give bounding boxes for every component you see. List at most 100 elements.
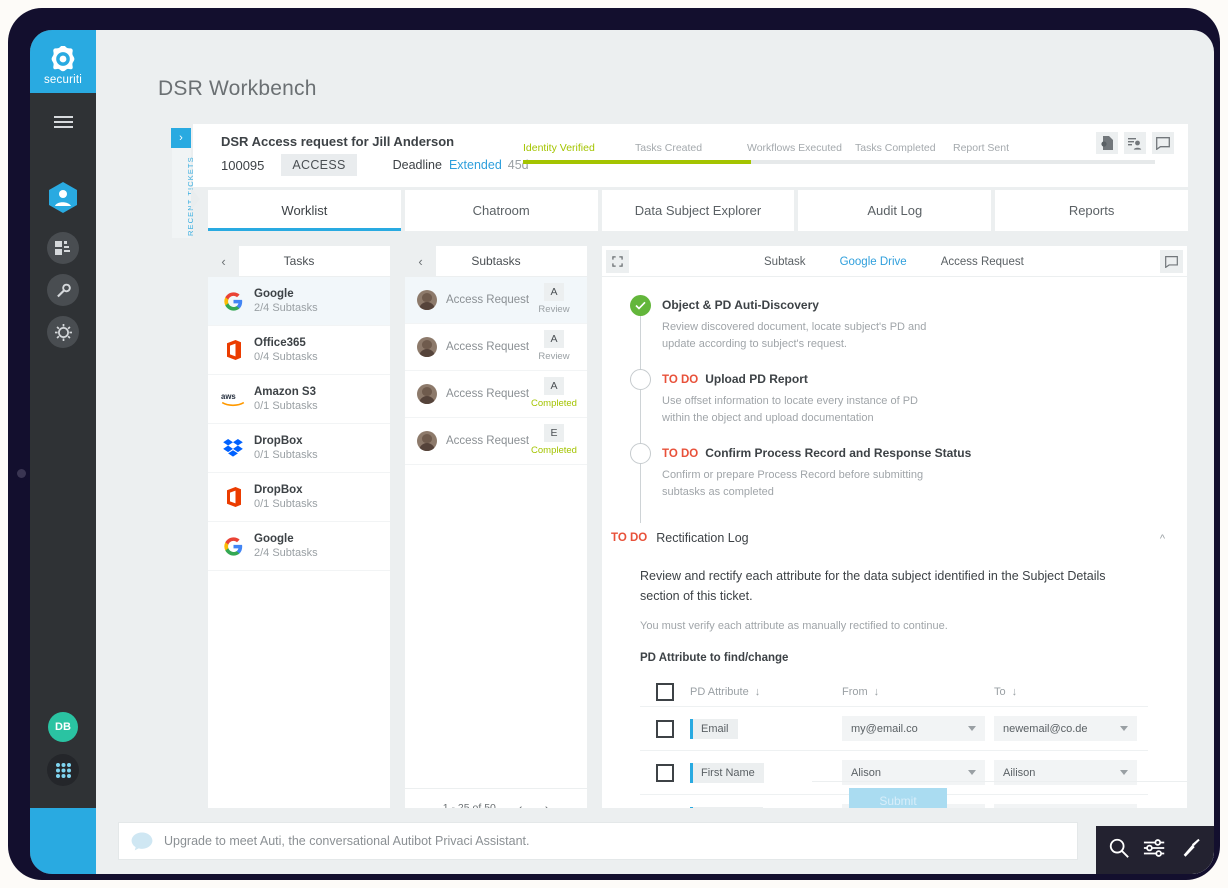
dropbox-icon [220, 439, 246, 457]
tab-reports[interactable]: Reports [995, 190, 1188, 231]
assistant-input[interactable]: Upgrade to meet Auti, the conversational… [118, 822, 1078, 860]
main-tabs: Worklist Chatroom Data Subject Explorer … [208, 190, 1188, 231]
tasks-panel-header: ‹ Tasks [208, 245, 390, 277]
column-header-from[interactable]: From ↓ [842, 686, 994, 698]
document-add-icon [1100, 136, 1113, 150]
column-header-to[interactable]: To ↓ [994, 686, 1146, 698]
from-value: Alison [851, 766, 881, 779]
apps-grid-button[interactable] [47, 754, 79, 786]
tasks-panel-title: Tasks [283, 254, 315, 268]
google-icon [220, 291, 246, 311]
subtask-name: Access Request [446, 341, 530, 353]
task-subtask-count: 0/4 Subtasks [254, 351, 318, 363]
subtask-name: Access Request [446, 294, 530, 306]
task-subtask-count: 0/1 Subtasks [254, 498, 318, 510]
checklist-item[interactable]: TO DO Confirm Process Record and Response… [630, 443, 1187, 524]
checklist-title: Object & PD Auti-Discovery [662, 298, 819, 312]
recent-tickets-tab[interactable]: RECENT TICKETS [172, 148, 195, 238]
subtask-row[interactable]: Access Request E Completed [405, 418, 587, 465]
task-row[interactable]: DropBox 0/1 Subtasks [208, 424, 390, 473]
column-label: From [842, 685, 868, 698]
svg-text:aws: aws [221, 392, 236, 401]
task-row[interactable]: DropBox 0/1 Subtasks [208, 473, 390, 522]
task-subtask-count: 0/1 Subtasks [254, 449, 318, 461]
task-row[interactable]: Google 2/4 Subtasks [208, 277, 390, 326]
progress-step: Tasks Created [635, 142, 703, 154]
tasks-back-button[interactable]: ‹ [208, 245, 239, 277]
to-value: Ailison [1003, 766, 1036, 779]
checklist-description: Use offset information to locate every i… [662, 395, 918, 425]
expand-button[interactable] [606, 249, 629, 273]
row-checkbox[interactable] [656, 719, 674, 738]
breadcrumb-item[interactable]: Subtask [764, 256, 806, 268]
to-dropdown[interactable]: newemail@co.de [994, 716, 1137, 742]
row-select-cell [640, 719, 690, 738]
table-header-row: PD Attribute ↓ From ↓ To ↓ [640, 677, 1148, 708]
attribute-cell: First Name [690, 762, 842, 783]
subtask-row[interactable]: Access Request A Completed [405, 371, 587, 418]
sidebar-item-dashboard[interactable] [30, 232, 96, 264]
recent-tickets-toggle[interactable]: › [171, 128, 191, 148]
subtask-checklist: Object & PD Auti-Discovery Review discov… [602, 277, 1187, 524]
sidebar-item-settings[interactable] [30, 316, 96, 348]
sidebar-item-privaci-app[interactable] [30, 181, 96, 214]
wrench-icon [56, 283, 71, 297]
subtask-badge: A [544, 377, 564, 395]
avatar[interactable]: DB [48, 712, 78, 742]
ticket-header-card: DSR Access request for Jill Anderson 100… [193, 124, 1188, 187]
tab-label: Reports [1068, 203, 1115, 218]
subtask-badge: A [544, 330, 564, 348]
task-row[interactable]: Office365 0/4 Subtasks [208, 326, 390, 375]
chevron-up-icon[interactable]: ^ [1160, 533, 1165, 545]
search-button[interactable] [1108, 837, 1130, 864]
checklist-title: Confirm Process Record and Response Stat… [705, 446, 972, 461]
subtask-badge: A [544, 283, 564, 301]
rectification-log-header[interactable]: TO DO Rectification Log ^ [602, 521, 1187, 545]
document-add-button[interactable] [1096, 132, 1118, 154]
subtask-name: Access Request [446, 388, 530, 400]
empty-circle-icon[interactable] [630, 443, 651, 465]
comment-button[interactable] [1152, 132, 1174, 154]
brand-logo[interactable]: securiti [30, 30, 96, 93]
task-name: Office365 [254, 337, 306, 349]
checklist-item[interactable]: TO DO Upload PD Report Use offset informa… [630, 369, 1187, 450]
from-dropdown[interactable]: my@email.co [842, 716, 985, 742]
checklist-title-row: TO DO Confirm Process Record and Response… [662, 443, 971, 460]
filter-button[interactable] [1143, 837, 1167, 864]
subtasks-back-button[interactable]: ‹ [405, 245, 436, 277]
tab-audit-log[interactable]: Audit Log [798, 190, 992, 231]
deadline-value[interactable]: Extended [449, 158, 502, 172]
tab-label: Chatroom [472, 203, 530, 218]
arrow-down-icon: ↓ [873, 685, 880, 698]
column-header-attribute[interactable]: PD Attribute ↓ [690, 686, 842, 698]
breadcrumb-item[interactable]: Google Drive [840, 256, 907, 268]
empty-circle-icon[interactable] [630, 369, 651, 391]
task-row[interactable]: Google 2/4 Subtasks [208, 522, 390, 571]
tab-label: Audit Log [867, 203, 923, 218]
avatar [417, 337, 437, 357]
sidebar-item-tools[interactable] [30, 274, 96, 306]
tab-data-subject-explorer[interactable]: Data Subject Explorer [601, 190, 795, 231]
row-checkbox[interactable] [656, 763, 674, 782]
chevron-down-icon [1120, 726, 1128, 732]
comment-button[interactable] [1160, 250, 1183, 273]
task-row[interactable]: aws Amazon S3 0/1 Subtasks [208, 375, 390, 424]
tools-button[interactable] [1180, 837, 1202, 864]
dashboard-icon [55, 241, 70, 255]
rectification-paragraph: Review and rectify each attribute for th… [640, 569, 1106, 603]
apps-grid-icon [55, 762, 71, 778]
checklist-connector [640, 316, 641, 376]
breadcrumb-item[interactable]: Access Request [941, 256, 1024, 268]
app-screen: securiti DB DSR Workbench RECENT TICKETS… [30, 30, 1214, 874]
tab-chatroom[interactable]: Chatroom [404, 190, 598, 231]
column-label: To [994, 685, 1006, 698]
office365-icon [220, 340, 246, 360]
checklist-item[interactable]: Object & PD Auti-Discovery Review discov… [630, 295, 1187, 376]
checklist-connector [640, 464, 641, 524]
tab-worklist[interactable]: Worklist [208, 190, 401, 231]
select-all-checkbox[interactable] [656, 682, 674, 701]
subtask-row[interactable]: Access Request A Review [405, 277, 587, 324]
hamburger-icon[interactable] [30, 111, 96, 133]
assign-user-button[interactable] [1124, 132, 1146, 154]
subtask-row[interactable]: Access Request A Review [405, 324, 587, 371]
